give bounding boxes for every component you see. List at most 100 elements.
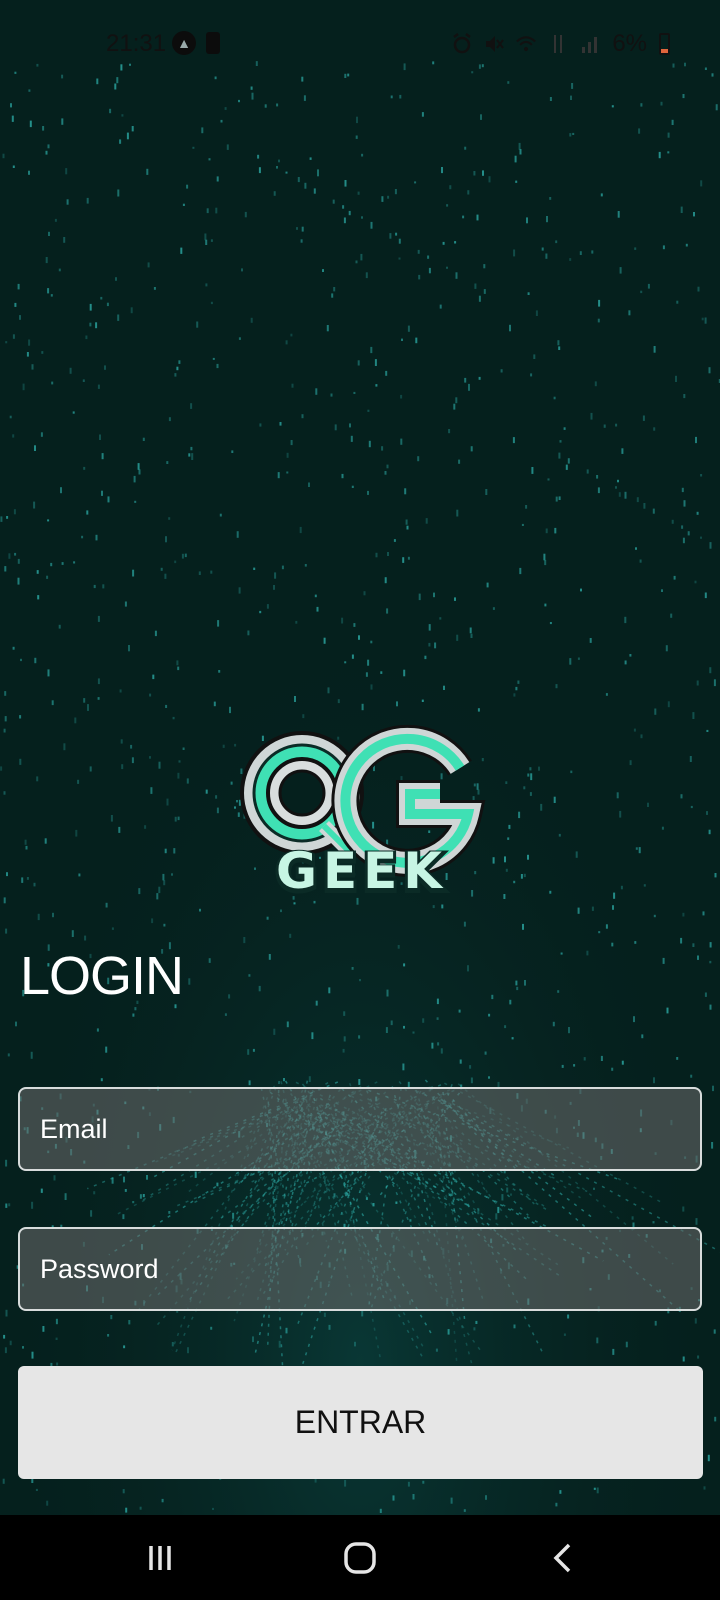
matrix-dot — [702, 911, 705, 916]
matrix-dot — [224, 1013, 227, 1016]
matrix-dot — [713, 1329, 716, 1334]
matrix-dot — [706, 811, 708, 815]
matrix-dot — [446, 266, 448, 269]
matrix-dot — [31, 1351, 34, 1359]
matrix-dot — [13, 509, 16, 515]
email-input[interactable] — [38, 1113, 686, 1146]
password-field[interactable] — [18, 1227, 702, 1311]
matrix-dot — [670, 613, 673, 618]
recent-apps-icon[interactable] — [130, 1535, 190, 1581]
back-icon[interactable] — [532, 1535, 592, 1581]
matrix-dot — [482, 170, 484, 176]
matrix-dot — [682, 912, 685, 917]
matrix-dot — [313, 188, 316, 194]
matrix-dot — [488, 1076, 490, 1079]
matrix-dot — [527, 292, 530, 295]
matrix-dot — [19, 315, 21, 320]
matrix-dot — [524, 980, 526, 986]
matrix-dot — [351, 967, 354, 970]
matrix-dot — [559, 440, 562, 443]
matrix-dot — [458, 459, 461, 464]
matrix-dot — [612, 905, 614, 910]
matrix-dot — [344, 661, 347, 664]
matrix-dot — [458, 1009, 461, 1013]
matrix-dot — [301, 226, 304, 232]
matrix-dot — [546, 216, 548, 223]
matrix-dot — [97, 678, 100, 685]
matrix-dot — [527, 854, 529, 860]
matrix-dot — [276, 166, 278, 169]
matrix-dot — [519, 149, 522, 155]
matrix-dot — [356, 116, 358, 124]
matrix-dot — [50, 294, 53, 297]
matrix-dot — [277, 472, 280, 479]
matrix-dot — [132, 1013, 135, 1017]
matrix-dot — [555, 240, 558, 244]
enter-button[interactable]: ENTRAR — [18, 1366, 703, 1479]
matrix-dot — [552, 1021, 555, 1027]
matrix-dot — [579, 251, 582, 255]
svg-text:GEEK: GEEK — [276, 842, 448, 900]
matrix-dot — [685, 243, 688, 247]
matrix-dot — [473, 171, 476, 176]
matrix-dot — [619, 810, 622, 818]
matrix-dot — [52, 912, 54, 918]
matrix-dot — [69, 367, 72, 374]
matrix-dot — [61, 562, 64, 565]
matrix-dot — [109, 108, 112, 114]
matrix-dot — [521, 523, 524, 526]
matrix-dot — [132, 569, 135, 577]
matrix-dot — [164, 573, 167, 579]
matrix-dot — [597, 487, 600, 494]
matrix-dot — [530, 373, 533, 377]
matrix-dot — [217, 620, 220, 627]
matrix-dot — [704, 592, 707, 599]
password-input[interactable] — [38, 1253, 686, 1286]
matrix-dot — [470, 633, 473, 638]
matrix-dot — [8, 1203, 11, 1207]
matrix-dot — [523, 786, 526, 790]
matrix-dot — [596, 1337, 599, 1344]
matrix-dot — [285, 171, 288, 174]
matrix-dot — [283, 1078, 285, 1082]
matrix-dot — [187, 1347, 189, 1354]
matrix-dot — [241, 268, 243, 272]
matrix-dot — [355, 260, 358, 264]
matrix-dot — [381, 196, 384, 202]
matrix-dot — [682, 537, 685, 544]
email-field[interactable] — [18, 1087, 702, 1171]
matrix-dot — [101, 490, 103, 496]
matrix-dot — [530, 773, 533, 781]
matrix-dot — [428, 267, 431, 274]
matrix-dot — [402, 1063, 405, 1071]
matrix-dot — [9, 415, 12, 419]
matrix-dot — [208, 958, 211, 963]
matrix-dot — [492, 857, 495, 864]
matrix-dot — [168, 417, 171, 422]
matrix-dot — [554, 527, 557, 534]
matrix-dot — [483, 264, 486, 269]
matrix-dot — [518, 142, 521, 150]
matrix-dot — [422, 1480, 425, 1484]
matrix-dot — [252, 1048, 255, 1052]
matrix-dot — [47, 288, 50, 294]
matrix-dot — [662, 245, 665, 250]
matrix-dot — [17, 577, 20, 585]
matrix-dot — [163, 923, 166, 927]
matrix-dot — [523, 873, 526, 878]
wifi-icon — [516, 36, 537, 52]
matrix-dot — [559, 1490, 562, 1494]
matrix-dot — [671, 119, 674, 125]
matrix-dot — [17, 558, 20, 564]
matrix-dot — [118, 826, 121, 833]
matrix-dot — [692, 712, 695, 719]
matrix-dot — [361, 153, 364, 157]
matrix-dot — [486, 582, 489, 588]
matrix-dot — [513, 693, 516, 697]
matrix-dot — [558, 452, 561, 459]
home-icon[interactable] — [330, 1535, 390, 1581]
matrix-dot — [636, 497, 639, 503]
matrix-dot — [697, 286, 700, 292]
matrix-dot — [456, 509, 459, 517]
matrix-dot — [361, 1310, 364, 1317]
